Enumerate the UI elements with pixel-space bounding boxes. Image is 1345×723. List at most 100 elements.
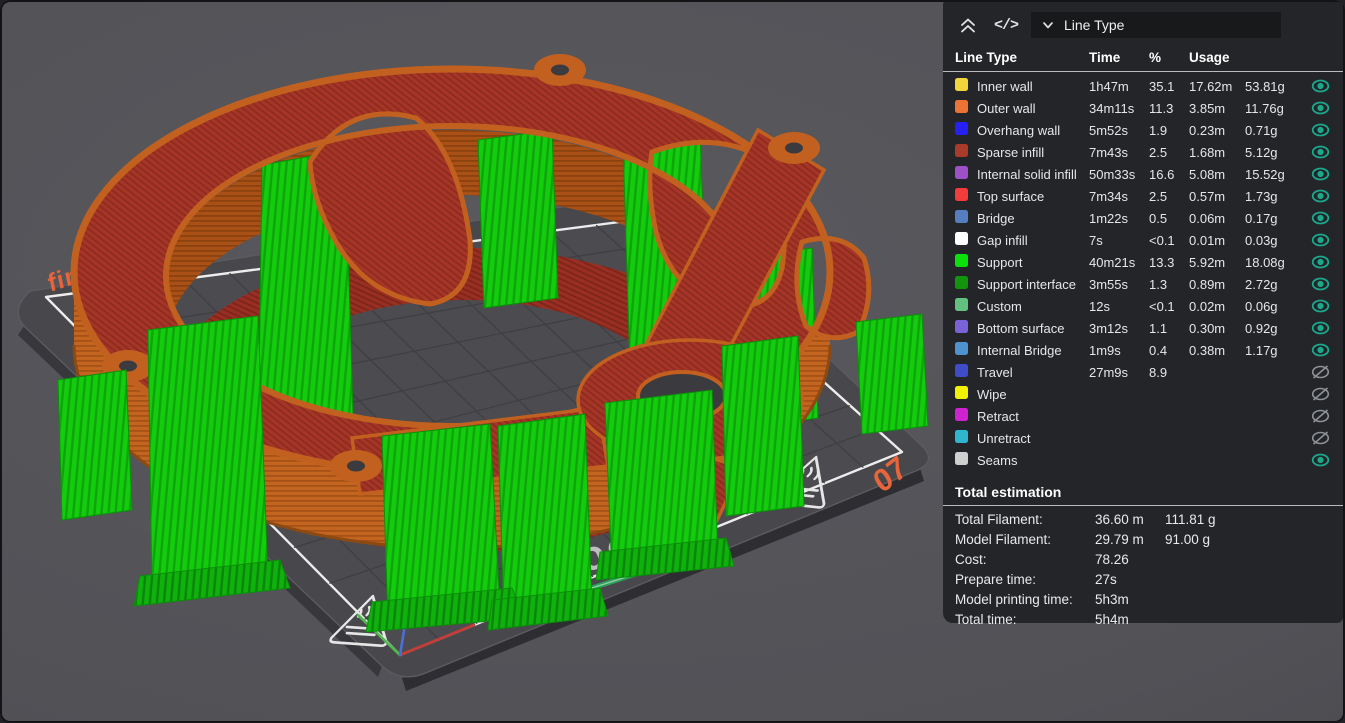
- line-type-label: Overhang wall: [977, 122, 1061, 138]
- view-type-select[interactable]: Line Type: [1031, 12, 1281, 38]
- visibility-toggle[interactable]: [1311, 189, 1331, 203]
- line-type-row: Unretract: [955, 427, 1331, 449]
- weight-value: 15.52g: [1245, 166, 1285, 182]
- weight-value: 11.76g: [1245, 100, 1284, 116]
- visibility-toggle[interactable]: [1311, 211, 1331, 225]
- visibility-toggle[interactable]: [1311, 233, 1331, 247]
- legend-panel: </> Line Type Line Type Time % Usage Inn…: [943, 2, 1343, 627]
- totals-table: Total Filament: 36.60 m 111.81 g Model Fila…: [955, 509, 1331, 629]
- eye-open-icon: [1311, 343, 1330, 357]
- visibility-toggle[interactable]: [1311, 409, 1331, 423]
- weight-value: 53.81g: [1245, 78, 1285, 94]
- line-type-row: Support 40m21s 13.3 5.92m 18.08g: [955, 251, 1331, 273]
- visibility-toggle[interactable]: [1311, 277, 1331, 291]
- total-value-1: 5h4m: [1095, 611, 1129, 627]
- total-row: Prepare time: 27s: [955, 569, 1331, 589]
- color-swatch: [955, 254, 968, 267]
- table-header: Line Type Time % Usage: [955, 44, 1331, 70]
- length-value: 5.08m: [1189, 166, 1226, 182]
- length-value: 1.68m: [1189, 144, 1226, 160]
- time-value: 1m22s: [1089, 210, 1129, 226]
- column-header-time: Time: [1089, 49, 1121, 65]
- length-value: 17.62m: [1189, 78, 1233, 94]
- length-value: 0.57m: [1189, 188, 1226, 204]
- totals-title: Total estimation: [955, 484, 1062, 500]
- color-swatch: [955, 100, 968, 113]
- total-label: Total Filament:: [955, 511, 1043, 527]
- eye-open-icon: [1311, 101, 1330, 115]
- line-type-label: Inner wall: [977, 78, 1033, 94]
- view-type-value: Line Type: [1064, 17, 1125, 33]
- visibility-toggle[interactable]: [1311, 299, 1331, 313]
- percent-value: <0.1: [1149, 232, 1175, 248]
- visibility-toggle[interactable]: [1311, 387, 1331, 401]
- line-type-row: Top surface 7m34s 2.5 0.57m 1.73g: [955, 185, 1331, 207]
- line-type-label: Support: [977, 254, 1023, 270]
- weight-value: 1.73g: [1245, 188, 1278, 204]
- percent-value: 35.1: [1149, 78, 1175, 94]
- percent-value: 0.5: [1149, 210, 1168, 226]
- length-value: 0.06m: [1189, 210, 1226, 226]
- line-type-label: Internal Bridge: [977, 342, 1062, 358]
- eye-open-icon: [1311, 123, 1330, 137]
- visibility-toggle[interactable]: [1311, 343, 1331, 357]
- total-label: Model printing time:: [955, 591, 1073, 607]
- length-value: 0.89m: [1189, 276, 1226, 292]
- weight-value: 5.12g: [1245, 144, 1278, 160]
- visibility-toggle[interactable]: [1311, 431, 1331, 445]
- total-label: Model Filament:: [955, 531, 1052, 547]
- eye-open-icon: [1311, 145, 1330, 159]
- color-swatch: [955, 210, 968, 223]
- visibility-toggle[interactable]: [1311, 453, 1331, 467]
- weight-value: 0.17g: [1245, 210, 1278, 226]
- percent-value: 8.9: [1149, 364, 1168, 380]
- visibility-toggle[interactable]: [1311, 123, 1331, 137]
- percent-value: 2.5: [1149, 188, 1168, 204]
- time-value: 50m33s: [1089, 166, 1136, 182]
- column-header-percent: %: [1149, 49, 1162, 65]
- percent-value: 16.6: [1149, 166, 1175, 182]
- length-value: 3.85m: [1189, 100, 1226, 116]
- line-type-row: Travel 27m9s 8.9: [955, 361, 1331, 383]
- color-swatch: [955, 430, 968, 443]
- total-row: Model printing time: 5h3m: [955, 589, 1331, 609]
- visibility-toggle[interactable]: [1311, 255, 1331, 269]
- line-type-label: Sparse infill: [977, 144, 1045, 160]
- line-type-label: Top surface: [977, 188, 1045, 204]
- total-value-1: 36.60 m: [1095, 511, 1144, 527]
- color-swatch: [955, 144, 968, 157]
- weight-value: 2.72g: [1245, 276, 1278, 292]
- eye-open-icon: [1311, 233, 1330, 247]
- color-swatch: [955, 122, 968, 135]
- line-type-label: Gap infill: [977, 232, 1028, 248]
- line-type-label: Outer wall: [977, 100, 1036, 116]
- total-label: Prepare time:: [955, 571, 1037, 587]
- collapse-panel-button[interactable]: [955, 13, 981, 37]
- eye-open-icon: [1311, 189, 1330, 203]
- visibility-toggle[interactable]: [1311, 167, 1331, 181]
- visibility-toggle[interactable]: [1311, 79, 1331, 93]
- time-value: 5m52s: [1089, 122, 1129, 138]
- line-type-row: Wipe: [955, 383, 1331, 405]
- line-type-row: Inner wall 1h47m 35.1 17.62m 53.81g: [955, 75, 1331, 97]
- gcode-view-button[interactable]: </>: [993, 13, 1019, 37]
- line-type-row: Support interface 3m55s 1.3 0.89m 2.72g: [955, 273, 1331, 295]
- total-value-2: 91.00 g: [1165, 531, 1211, 547]
- color-swatch: [955, 342, 968, 355]
- visibility-toggle[interactable]: [1311, 321, 1331, 335]
- line-type-row: Bottom surface 3m12s 1.1 0.30m 0.92g: [955, 317, 1331, 339]
- line-type-label: Internal solid infill: [977, 166, 1077, 182]
- color-swatch: [955, 232, 968, 245]
- line-type-label: Custom: [977, 298, 1022, 314]
- time-value: 1m9s: [1089, 342, 1121, 358]
- color-swatch: [955, 188, 968, 201]
- length-value: 0.02m: [1189, 298, 1226, 314]
- line-type-label: Wipe: [977, 386, 1007, 402]
- color-swatch: [955, 78, 968, 91]
- visibility-toggle[interactable]: [1311, 365, 1331, 379]
- length-value: 5.92m: [1189, 254, 1226, 270]
- visibility-toggle[interactable]: [1311, 145, 1331, 159]
- percent-value: 2.5: [1149, 144, 1168, 160]
- line-type-label: Seams: [977, 452, 1018, 468]
- visibility-toggle[interactable]: [1311, 101, 1331, 115]
